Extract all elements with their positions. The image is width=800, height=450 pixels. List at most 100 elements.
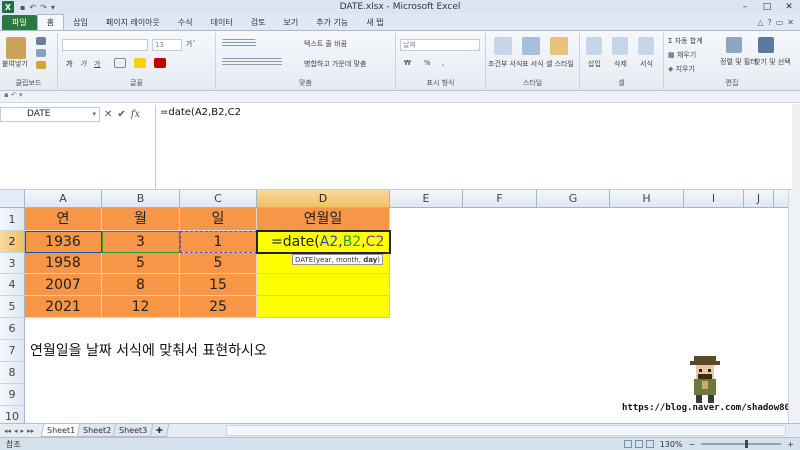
cell-a1[interactable]: 연 xyxy=(25,208,102,231)
sheet-tab-3[interactable]: Sheet3 xyxy=(113,424,155,437)
cancel-icon[interactable]: ✕ xyxy=(104,109,112,120)
border-icon[interactable] xyxy=(114,58,126,68)
function-tooltip[interactable]: DATE(year, month, day) xyxy=(292,254,384,265)
row-header-8[interactable]: 8 xyxy=(0,362,25,384)
prev-sheet-icon[interactable]: ◂ xyxy=(14,427,18,435)
currency-icon[interactable]: ₩ xyxy=(404,59,411,67)
col-header-e[interactable]: E xyxy=(390,190,463,208)
table-format-icon[interactable] xyxy=(522,37,540,55)
cell-a5[interactable]: 2021 xyxy=(25,296,102,318)
cell-b3[interactable]: 5 xyxy=(102,253,180,274)
sort-filter-icon[interactable] xyxy=(726,37,742,53)
row-header-6[interactable]: 6 xyxy=(0,318,25,340)
fill-button[interactable]: ▦ 채우기 xyxy=(668,50,696,60)
tab-file[interactable]: 파일 xyxy=(2,15,37,30)
row-header-2[interactable]: 2 xyxy=(0,231,25,253)
page-layout-view-icon[interactable] xyxy=(634,440,643,448)
zoom-level[interactable]: 130% xyxy=(660,440,683,449)
delete-cells-icon[interactable] xyxy=(612,37,628,55)
cell-a3[interactable]: 1958 xyxy=(25,253,102,274)
minimize-button[interactable]: – xyxy=(734,0,756,14)
cell-styles-button[interactable]: 셀 스타일 xyxy=(546,59,574,69)
cell-d1[interactable]: 연월일 xyxy=(257,208,390,231)
tab-page-layout[interactable]: 페이지 레이아웃 xyxy=(97,15,169,30)
cell-d4[interactable] xyxy=(257,274,390,296)
new-sheet-tab[interactable]: ✚ xyxy=(149,424,169,437)
insert-button[interactable]: 삽입 xyxy=(588,59,601,69)
find-select-button[interactable]: 찾기 및 선택 xyxy=(754,57,791,67)
italic-button[interactable]: 가 xyxy=(80,59,86,69)
font-name-box[interactable] xyxy=(62,39,148,51)
grow-font-icon[interactable]: 가ˆ xyxy=(186,39,196,49)
col-header-f[interactable]: F xyxy=(463,190,537,208)
insert-function-icon[interactable]: fx xyxy=(131,109,140,120)
table-format-button[interactable]: 표 서식 xyxy=(522,59,544,69)
bold-button[interactable]: 가 xyxy=(66,59,72,69)
enter-icon[interactable]: ✔ xyxy=(117,109,125,120)
clear-button[interactable]: ◈ 지우기 xyxy=(668,64,695,74)
tab-addins[interactable]: 추가 기능 xyxy=(307,15,357,30)
conditional-format-icon[interactable] xyxy=(494,37,512,55)
cell-c4[interactable]: 15 xyxy=(180,274,257,296)
percent-button[interactable]: % xyxy=(424,59,431,67)
vertical-scrollbar[interactable] xyxy=(788,190,800,423)
tab-new[interactable]: 새 탭 xyxy=(357,15,392,30)
cell-c1[interactable]: 일 xyxy=(180,208,257,231)
next-sheet-icon[interactable]: ▸ xyxy=(21,427,25,435)
customize-qa-icon[interactable]: ▾ xyxy=(51,3,55,12)
cell-d5[interactable] xyxy=(257,296,390,318)
tab-review[interactable]: 검토 xyxy=(242,15,275,30)
normal-view-icon[interactable] xyxy=(623,440,632,448)
horizontal-align-icon[interactable] xyxy=(222,58,282,66)
format-painter-icon[interactable] xyxy=(36,61,46,69)
autosum-button[interactable]: Σ 자동 합계 xyxy=(668,36,703,46)
tab-insert[interactable]: 삽입 xyxy=(64,15,97,30)
worksheet-grid[interactable]: A B C D E F G H I J K 1 2 3 4 5 6 7 8 9 … xyxy=(0,190,800,423)
tab-view[interactable]: 보기 xyxy=(274,15,307,30)
zoom-out-icon[interactable]: − xyxy=(689,440,696,449)
maximize-button[interactable]: □ xyxy=(756,0,778,14)
tab-formulas[interactable]: 수식 xyxy=(169,15,202,30)
row-header-7[interactable]: 7 xyxy=(0,340,25,362)
fill-color-icon[interactable] xyxy=(134,58,146,68)
col-header-c[interactable]: C xyxy=(180,190,257,208)
instruction-text[interactable]: 연월일을 날짜 서식에 맞춰서 표현하시오 xyxy=(30,340,267,362)
page-break-view-icon[interactable] xyxy=(645,440,654,448)
sheet-tab-1[interactable]: Sheet1 xyxy=(40,424,82,437)
cell-b2[interactable]: 3 xyxy=(102,231,180,253)
col-header-g[interactable]: G xyxy=(537,190,610,208)
vertical-align-icon[interactable] xyxy=(222,39,256,47)
underline-button[interactable]: 가 xyxy=(94,59,100,69)
find-select-icon[interactable] xyxy=(758,37,774,53)
font-color-icon[interactable] xyxy=(154,58,166,68)
format-button[interactable]: 서식 xyxy=(640,59,653,69)
sort-filter-button[interactable]: 정렬 및 필터 xyxy=(720,57,757,67)
row-header-5[interactable]: 5 xyxy=(0,296,25,318)
horizontal-scrollbar[interactable] xyxy=(226,425,786,436)
first-sheet-icon[interactable]: ◂◂ xyxy=(4,427,11,435)
restore-icon[interactable]: ▭ xyxy=(776,18,784,27)
format-cells-icon[interactable] xyxy=(638,37,654,55)
save-icon[interactable]: ▪ xyxy=(20,3,25,12)
last-sheet-icon[interactable]: ▸▸ xyxy=(27,427,34,435)
col-header-i[interactable]: I xyxy=(684,190,744,208)
col-header-h[interactable]: H xyxy=(610,190,684,208)
tab-data[interactable]: 데이터 xyxy=(202,15,242,30)
tab-home[interactable]: 홈 xyxy=(36,14,65,30)
col-header-j[interactable]: J xyxy=(744,190,774,208)
paste-icon[interactable] xyxy=(6,37,26,59)
undo-icon[interactable]: ↶ xyxy=(29,3,36,12)
cell-a4[interactable]: 2007 xyxy=(25,274,102,296)
wrap-text-button[interactable]: 텍스트 줄 바꿈 xyxy=(304,39,347,49)
minimize-ribbon-icon[interactable]: △ xyxy=(757,18,763,27)
delete-button[interactable]: 삭제 xyxy=(614,59,627,69)
formula-scrollbar[interactable] xyxy=(792,104,800,190)
excel-app-icon[interactable]: X xyxy=(2,1,14,13)
name-box-dropdown-icon[interactable]: ▾ xyxy=(92,108,96,121)
cell-b4[interactable]: 8 xyxy=(102,274,180,296)
sheet-tab-2[interactable]: Sheet2 xyxy=(76,424,118,437)
col-header-b[interactable]: B xyxy=(102,190,180,208)
formula-input[interactable]: =date(A2,B2,C2 xyxy=(155,105,792,189)
row-header-10[interactable]: 10 xyxy=(0,406,25,423)
redo-icon[interactable]: ↷ xyxy=(40,3,47,12)
